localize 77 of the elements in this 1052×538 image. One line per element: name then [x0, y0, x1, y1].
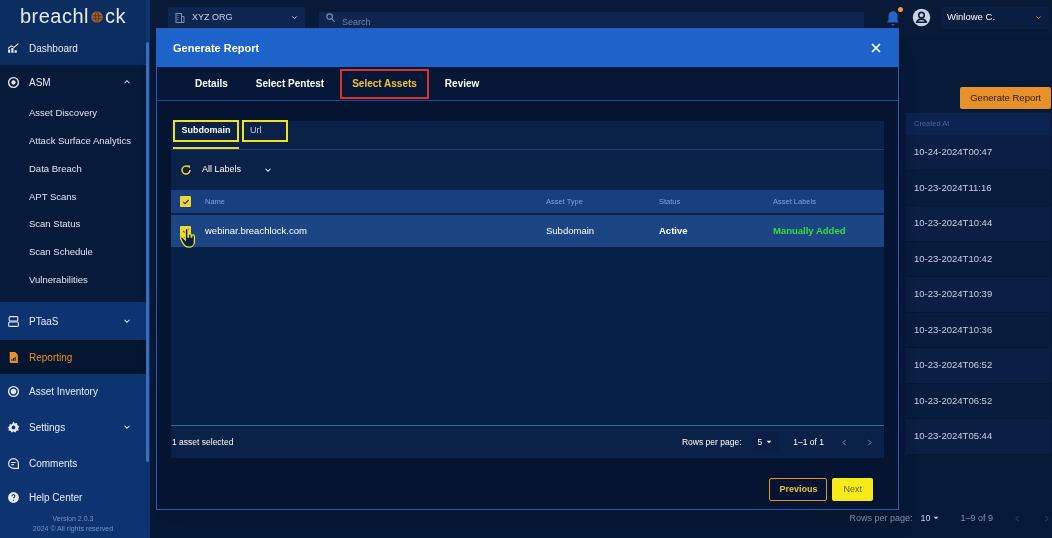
stack-icon: [7, 314, 20, 328]
chevron-down-icon: [1034, 13, 1043, 22]
sidebar-subitem[interactable]: Vulnerabilities: [0, 266, 146, 294]
chevron-right-icon: [865, 437, 874, 447]
next-page-button[interactable]: [865, 437, 874, 447]
table-cell: 10-23-2024T10:39: [906, 277, 1051, 313]
building-icon: [174, 11, 186, 24]
dialog-title: Generate Report: [173, 40, 261, 56]
previous-button[interactable]: Previous: [769, 478, 828, 501]
help-icon: [7, 490, 20, 504]
table-cell: 10-23-2024T06:52: [906, 348, 1051, 384]
user-avatar-icon: [912, 8, 931, 27]
chart-icon: [7, 41, 20, 55]
sidebar-subitem[interactable]: APT Scans: [0, 182, 146, 211]
refresh-icon: [180, 164, 192, 176]
organization-dropdown[interactable]: XYZ ORG: [168, 6, 305, 29]
table-cell-text: Manually Added: [773, 223, 847, 238]
sidebar-subitem[interactable]: Attack Surface Analytics: [0, 127, 146, 155]
previous-page-button[interactable]: [840, 437, 849, 447]
sidebar-item[interactable]: Comments: [0, 446, 146, 480]
table-cell: 10-23-2024T10:42: [906, 241, 1051, 277]
settings-icon: [7, 420, 20, 434]
table-cell: 10-23-2024T10:44: [906, 206, 1051, 242]
next-page-button[interactable]: [1042, 513, 1051, 523]
step-tab[interactable]: Select Pentest: [243, 68, 337, 99]
report-icon: [7, 350, 20, 364]
table-cell: 10-23-2024T11:16: [906, 170, 1051, 206]
page-range: 1–9 of 9: [960, 511, 993, 525]
sidebar-subitem[interactable]: Scan Status: [0, 210, 146, 239]
step-tab[interactable]: Details: [183, 68, 240, 99]
rows-per-page-select[interactable]: 10: [920, 511, 941, 525]
step-tab[interactable]: Review: [432, 68, 492, 99]
rows-per-page-label: Rows per page:: [682, 435, 742, 449]
chevron-down-icon: [290, 13, 299, 22]
target-icon: [7, 384, 20, 398]
bell-icon: [884, 8, 902, 27]
table-cell: 10-24-2024T00:47: [906, 135, 1051, 171]
search-icon: [325, 11, 336, 23]
logo: breachl ck: [0, 0, 146, 32]
chevron-left-icon: [1013, 513, 1022, 523]
table-row[interactable]: webinar.breachlock.com Subdomain Active Manually Added: [171, 215, 884, 247]
sidebar-item[interactable]: ASM: [0, 65, 146, 100]
table-cell-text: Subdomain: [546, 223, 596, 238]
selection-count: 1 asset selected: [172, 435, 235, 449]
sidebar-subitem[interactable]: Data Breach: [0, 155, 146, 183]
checkbox[interactable]: [180, 196, 191, 207]
sidebar-item[interactable]: Reporting: [0, 340, 146, 374]
chevron-left-icon: [840, 437, 849, 447]
sidebar-subitem[interactable]: Asset Discovery: [0, 99, 146, 128]
user-dropdown[interactable]: Winlowe C.: [941, 6, 1049, 29]
asset-type-tab[interactable]: Subdomain: [173, 120, 239, 142]
chevron-right-icon: [1042, 513, 1051, 523]
target-icon: [7, 75, 20, 89]
sidebar-subitem[interactable]: Scan Schedule: [0, 238, 146, 267]
table-cell: 10-23-2024T06:52: [906, 383, 1051, 419]
table-cell-text: webinar.breachlock.com: [205, 223, 308, 238]
table-cell: 10-23-2024T05:44: [906, 419, 1051, 455]
asset-type-tab[interactable]: Url: [242, 120, 288, 142]
rows-per-page-label: Rows per page:: [849, 511, 913, 525]
step-tab[interactable]: Select Assets: [340, 68, 429, 99]
table-cell: 10-23-2024T10:36: [906, 312, 1051, 348]
page-range: 1–1 of 1: [793, 435, 824, 449]
sidebar-item[interactable]: Help Center: [0, 480, 146, 514]
labels-dropdown[interactable]: All Labels: [202, 163, 274, 177]
table-cell-text: Active: [659, 223, 689, 238]
generate-report-button[interactable]: Generate Report: [960, 87, 1051, 109]
close-button[interactable]: [870, 42, 882, 54]
chat-icon: [7, 456, 20, 470]
previous-page-button[interactable]: [1013, 513, 1022, 523]
sidebar-item[interactable]: Settings: [0, 408, 146, 446]
next-button[interactable]: Next: [832, 478, 873, 501]
sidebar-item[interactable]: Asset Inventory: [0, 374, 146, 408]
globe-icon: [90, 10, 105, 25]
caret-down-icon: [765, 438, 774, 446]
close-icon: [870, 42, 882, 54]
sidebar-item[interactable]: Dashboard: [0, 31, 146, 66]
sidebar-item[interactable]: PTaaS: [0, 302, 146, 340]
